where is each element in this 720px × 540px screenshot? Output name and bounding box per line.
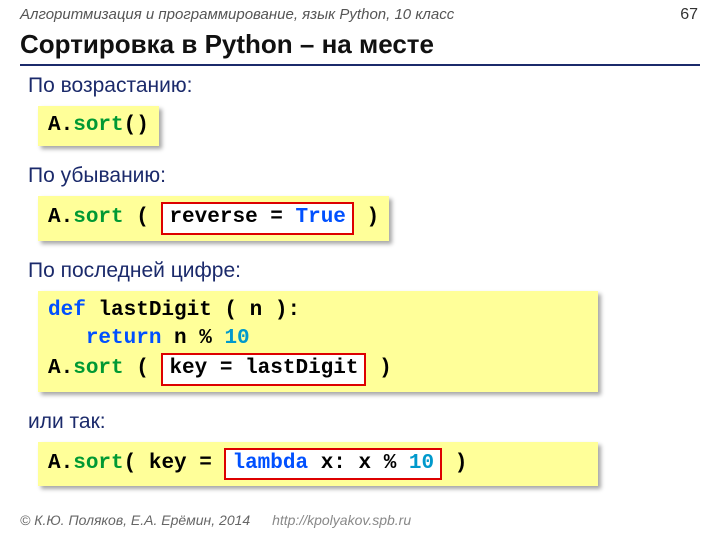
- code-lambda: A.sort( key = lambda x: x % 10 ): [38, 442, 598, 486]
- code-token: ): [354, 206, 379, 229]
- code-token: ( key =: [124, 452, 225, 475]
- code-token: sort: [73, 206, 123, 229]
- code-ascending: A.sort(): [38, 106, 159, 146]
- code-token: ): [366, 357, 391, 380]
- footer: © К.Ю. Поляков, Е.А. Ерёмин, 2014 http:/…: [20, 512, 411, 528]
- label-alt: или так:: [28, 410, 692, 434]
- highlight-box: reverse = True: [161, 202, 353, 234]
- content-area: По возрастанию: A.sort() По убыванию: A.…: [0, 74, 720, 496]
- code-token: def: [48, 299, 86, 322]
- code-lastdigit: def lastDigit ( n ): return n % 10 A.sor…: [38, 291, 598, 392]
- code-token: A.: [48, 206, 73, 229]
- code-token: lambda: [232, 452, 308, 475]
- course-header: Алгоритмизация и программирование, язык …: [0, 0, 720, 25]
- label-lastdigit: По последней цифре:: [28, 259, 692, 283]
- code-token: A.: [48, 357, 73, 380]
- code-token: A.: [48, 452, 73, 475]
- slide-title: Сортировка в Python – на месте: [0, 25, 720, 62]
- code-token: lastDigit ( n ):: [86, 299, 300, 322]
- code-token: sort: [73, 357, 123, 380]
- code-token: (: [124, 206, 162, 229]
- code-token: 10: [224, 327, 249, 350]
- code-token: return: [86, 327, 162, 350]
- highlight-box: key = lastDigit: [161, 353, 366, 385]
- code-token: ): [442, 452, 467, 475]
- code-token: sort: [73, 452, 123, 475]
- highlight-box: lambda x: x % 10: [224, 448, 442, 480]
- code-token: [48, 327, 86, 350]
- footer-url: http://kpolyakov.spb.ru: [272, 512, 411, 528]
- label-ascending: По возрастанию:: [28, 74, 692, 98]
- code-descending: A.sort ( reverse = True ): [38, 196, 389, 240]
- code-token: key = lastDigit: [169, 357, 358, 380]
- title-rule: [20, 64, 700, 66]
- code-token: sort: [73, 114, 123, 137]
- label-descending: По убыванию:: [28, 164, 692, 188]
- code-token: reverse: [169, 206, 257, 229]
- code-token: A.: [48, 114, 73, 137]
- code-token: (: [124, 357, 162, 380]
- footer-copyright: © К.Ю. Поляков, Е.А. Ерёмин, 2014: [20, 512, 250, 528]
- code-token: True: [295, 206, 345, 229]
- code-token: (): [124, 114, 149, 137]
- page-number: 67: [680, 6, 698, 24]
- code-token: =: [258, 206, 296, 229]
- code-token: 10: [409, 452, 434, 475]
- code-token: x: x %: [308, 452, 409, 475]
- code-token: n %: [161, 327, 224, 350]
